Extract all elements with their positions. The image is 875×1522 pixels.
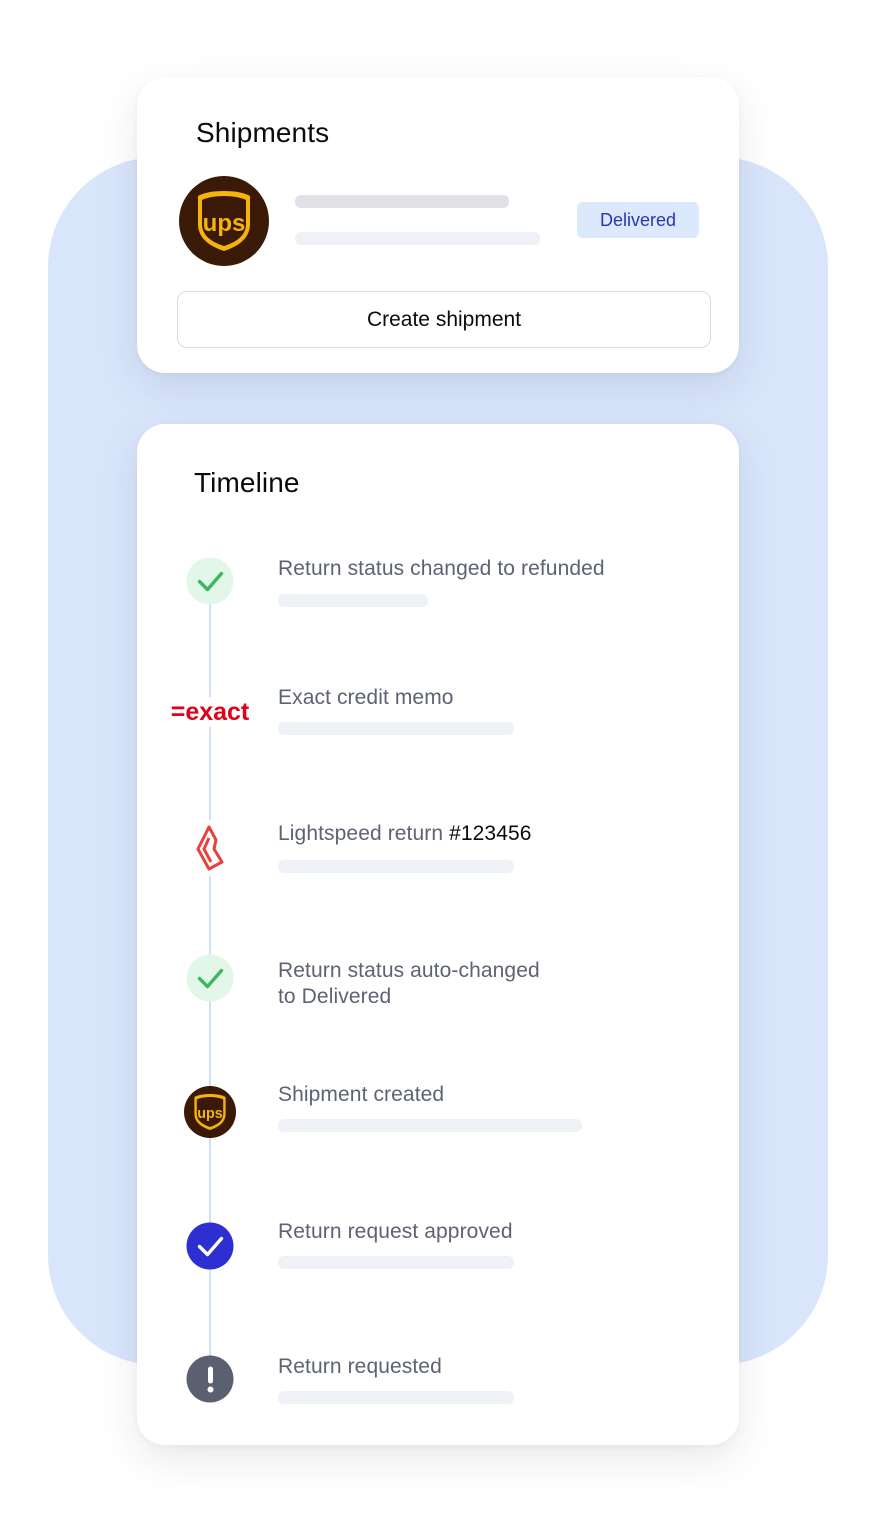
timestamp-placeholder <box>278 1119 582 1132</box>
timeline-title: Timeline <box>194 467 300 498</box>
carrier-name-placeholder <box>295 195 509 208</box>
timestamp-placeholder <box>278 594 428 607</box>
timeline-event-text: Return requested <box>278 1355 442 1378</box>
check-icon <box>186 557 234 605</box>
check-circle-filled-icon <box>186 1222 234 1270</box>
svg-text:ups: ups <box>197 1106 223 1122</box>
timeline-card: Timeline Return status changed to refund… <box>137 424 739 1445</box>
timeline-event-text: Return request approved <box>278 1220 513 1243</box>
ups-logo-icon: ups <box>179 176 269 266</box>
shipments-title: Shipments <box>196 117 330 148</box>
status-badge: Delivered <box>577 202 699 238</box>
check-icon <box>186 954 234 1002</box>
exclamation-icon <box>186 1355 234 1403</box>
timeline-event-text: Exact credit memo <box>278 686 454 709</box>
timestamp-placeholder <box>278 860 514 873</box>
svg-text:ups: ups <box>203 210 246 237</box>
timeline-event-text: Return status auto-changed to Delivered <box>278 959 540 1008</box>
timeline-event-text: Lightspeed return #123456 <box>278 822 532 845</box>
svg-text:=exact: =exact <box>171 698 250 726</box>
ups-logo-icon: ups <box>184 1086 236 1138</box>
timestamp-placeholder <box>278 722 514 735</box>
create-shipment-button[interactable]: Create shipment <box>177 291 711 348</box>
tracking-placeholder <box>295 232 540 245</box>
timestamp-placeholder <box>278 1256 514 1269</box>
timeline-event-text: Shipment created <box>278 1083 445 1106</box>
exact-logo-icon: =exact <box>162 697 258 727</box>
timestamp-placeholder <box>278 1391 514 1404</box>
lightspeed-logo-icon <box>190 820 230 876</box>
shipments-card: Shipments ups Delivered Create shipment <box>137 77 739 373</box>
return-number: #123456 <box>449 822 532 845</box>
timeline-event-text: Return status changed to refunded <box>278 557 605 580</box>
